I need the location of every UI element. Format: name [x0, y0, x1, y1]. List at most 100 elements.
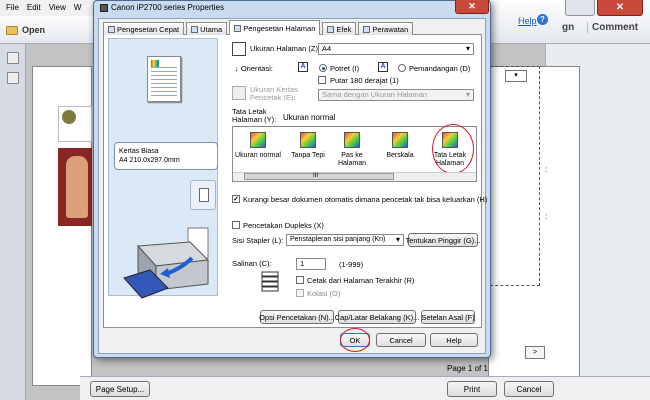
stamp-background-button[interactable]: Cap/Latar Belakang (K)...	[335, 310, 419, 324]
pages-icon[interactable]	[7, 52, 19, 64]
menu-view[interactable]: View	[49, 3, 66, 13]
print-options-button[interactable]: Opsi Pencetakan (N)...	[259, 310, 335, 324]
stapler-dropdown[interactable]: Penstapleran sisi panjang (Kri)	[286, 234, 404, 246]
page-size-dropdown[interactable]: A4	[318, 43, 474, 55]
reverse-order-label: Cetak dari Halaman Terakhir (R)	[307, 276, 415, 285]
duplex-label: Pencetakan Dupleks (X)	[243, 221, 324, 230]
attachment-icon[interactable]	[7, 72, 19, 84]
collate-label: Kolasi (O)	[307, 289, 341, 298]
orientation-preview-button[interactable]	[190, 180, 216, 210]
menu-window[interactable]: W	[74, 3, 82, 13]
minimize-button[interactable]	[565, 0, 595, 16]
printer-icon	[100, 3, 108, 12]
help-icon[interactable]: ?	[537, 14, 548, 25]
layout-option-fit-to-page[interactable]: Pas ke Halaman	[327, 132, 377, 168]
duplex-checkbox[interactable]	[232, 221, 240, 229]
normal-size-icon	[250, 132, 266, 148]
rotate-checkbox[interactable]	[318, 76, 326, 84]
tab-label: Pengesetan Halaman	[243, 23, 316, 33]
panel-note: :	[545, 212, 548, 221]
sign-tab[interactable]: gn	[562, 22, 574, 33]
tab-strip: Pengesetan Cepat Utama Pengesetan Halama…	[103, 20, 414, 35]
layout-option-label: Halaman	[337, 160, 366, 167]
printer-paper-label: Ukuran Kertas Pencetak (E):	[250, 86, 298, 102]
tab-main[interactable]: Utama	[186, 22, 228, 35]
portrait-radio[interactable]	[319, 64, 327, 72]
layout-label-2: Halaman (Y):	[232, 115, 277, 124]
open-button[interactable]: Open	[6, 20, 45, 40]
reduce-label: Kurangi besar dokumen otomatis dimana pe…	[243, 195, 488, 204]
landscape-icon: A	[378, 62, 388, 72]
copies-label: Salinan (C):	[232, 259, 272, 268]
print-bottom-bar	[80, 376, 650, 400]
window-close-button[interactable]: ✕	[597, 0, 643, 16]
paper-size: A4 210.0x297.0mm	[119, 157, 180, 164]
copies-range: (1-999)	[339, 260, 364, 269]
menu-bar: File Edit View W	[0, 0, 100, 16]
reduce-checkbox[interactable]: ✓	[232, 195, 240, 203]
left-rail	[0, 44, 26, 400]
fit-to-page-icon	[344, 132, 360, 148]
paper-stack-icon	[261, 271, 279, 292]
dialog-title: Canon iP2700 series Properties	[100, 3, 224, 12]
next-page-button[interactable]: >	[525, 346, 545, 359]
tab-label: Utama	[200, 24, 223, 34]
layout-option-label: Berskala	[386, 152, 414, 159]
layout-option-label: Tanpa Tepi	[291, 152, 325, 159]
open-label: Open	[22, 25, 46, 35]
help-link[interactable]: Help	[518, 16, 537, 26]
printer-illustration	[123, 227, 210, 299]
tab-quick-setup[interactable]: Pengesetan Cepat	[103, 22, 185, 35]
dialog-close-button[interactable]: ✕	[455, 0, 489, 14]
borderless-icon	[300, 132, 316, 148]
page-preview	[147, 56, 181, 102]
dialog-title-text: Canon iP2700 series Properties	[111, 3, 224, 12]
scroll-grip: III	[313, 173, 319, 179]
tab-label: Efek	[336, 24, 352, 34]
tab-effects[interactable]: Efek	[322, 22, 357, 35]
tab-maintenance[interactable]: Perawatan	[358, 22, 414, 35]
portrait-icon: A	[298, 62, 308, 72]
scaled-icon	[392, 132, 408, 148]
dialog-cancel-button[interactable]: Cancel	[376, 333, 426, 347]
layout-option-borderless[interactable]: Tanpa Tepi	[283, 132, 333, 160]
folder-icon	[6, 25, 18, 35]
tab-label: Perawatan	[372, 24, 409, 34]
tab-label: Pengesetan Cepat	[117, 24, 180, 34]
specify-margin-button[interactable]: Tentukan Pinggir (G)...	[405, 233, 481, 247]
reverse-order-checkbox[interactable]	[296, 276, 304, 284]
layout-option-normal[interactable]: Ukuran normal	[233, 132, 283, 160]
printer-paper-icon	[232, 86, 246, 100]
maintenance-icon	[363, 25, 371, 33]
page-setup-button[interactable]: Page Setup...	[90, 381, 150, 397]
portrait-label: Potret (I)	[330, 64, 360, 73]
layout-option-scaled[interactable]: Berskala	[375, 132, 425, 160]
menu-edit[interactable]: Edit	[27, 3, 41, 13]
main-icon	[191, 25, 199, 33]
collate-checkbox	[296, 289, 304, 297]
panel-note: :	[545, 165, 548, 174]
page-count: Page 1 of 1	[447, 364, 488, 373]
layout-scroll-thumb[interactable]: III	[244, 173, 394, 180]
preview-frame	[490, 66, 540, 286]
cancel-print-button[interactable]: Cancel	[504, 381, 554, 397]
defaults-button[interactable]: Setelan Asal (F)	[421, 310, 475, 324]
copies-spinner[interactable]: 1	[296, 258, 326, 270]
effects-icon	[327, 25, 335, 33]
paper-info: Kertas Biasa A4 210.0x297.0mm	[114, 142, 218, 170]
highlight-circle-ok	[340, 328, 370, 352]
landscape-radio[interactable]	[398, 64, 406, 72]
print-button[interactable]: Print	[447, 381, 497, 397]
emblem-icon	[62, 110, 76, 124]
highlight-circle-layout	[432, 124, 474, 174]
tab-page-setup[interactable]: Pengesetan Halaman	[229, 20, 321, 35]
zoom-dropdown[interactable]: ▾	[505, 70, 527, 82]
comment-tab[interactable]: Comment	[587, 22, 647, 33]
layout-option-label: Pas ke	[341, 152, 363, 159]
dialog-help-button[interactable]: Help	[430, 333, 478, 347]
printer-paper-label-2: Pencetak (E):	[250, 93, 296, 102]
landscape-label: Pemandangan (D)	[409, 64, 471, 73]
rotate-label: Putar 180 derajat (1)	[330, 76, 399, 85]
menu-file[interactable]: File	[6, 3, 19, 13]
printer-paper-dropdown: Sama dengan Ukuran Halaman	[318, 89, 474, 101]
